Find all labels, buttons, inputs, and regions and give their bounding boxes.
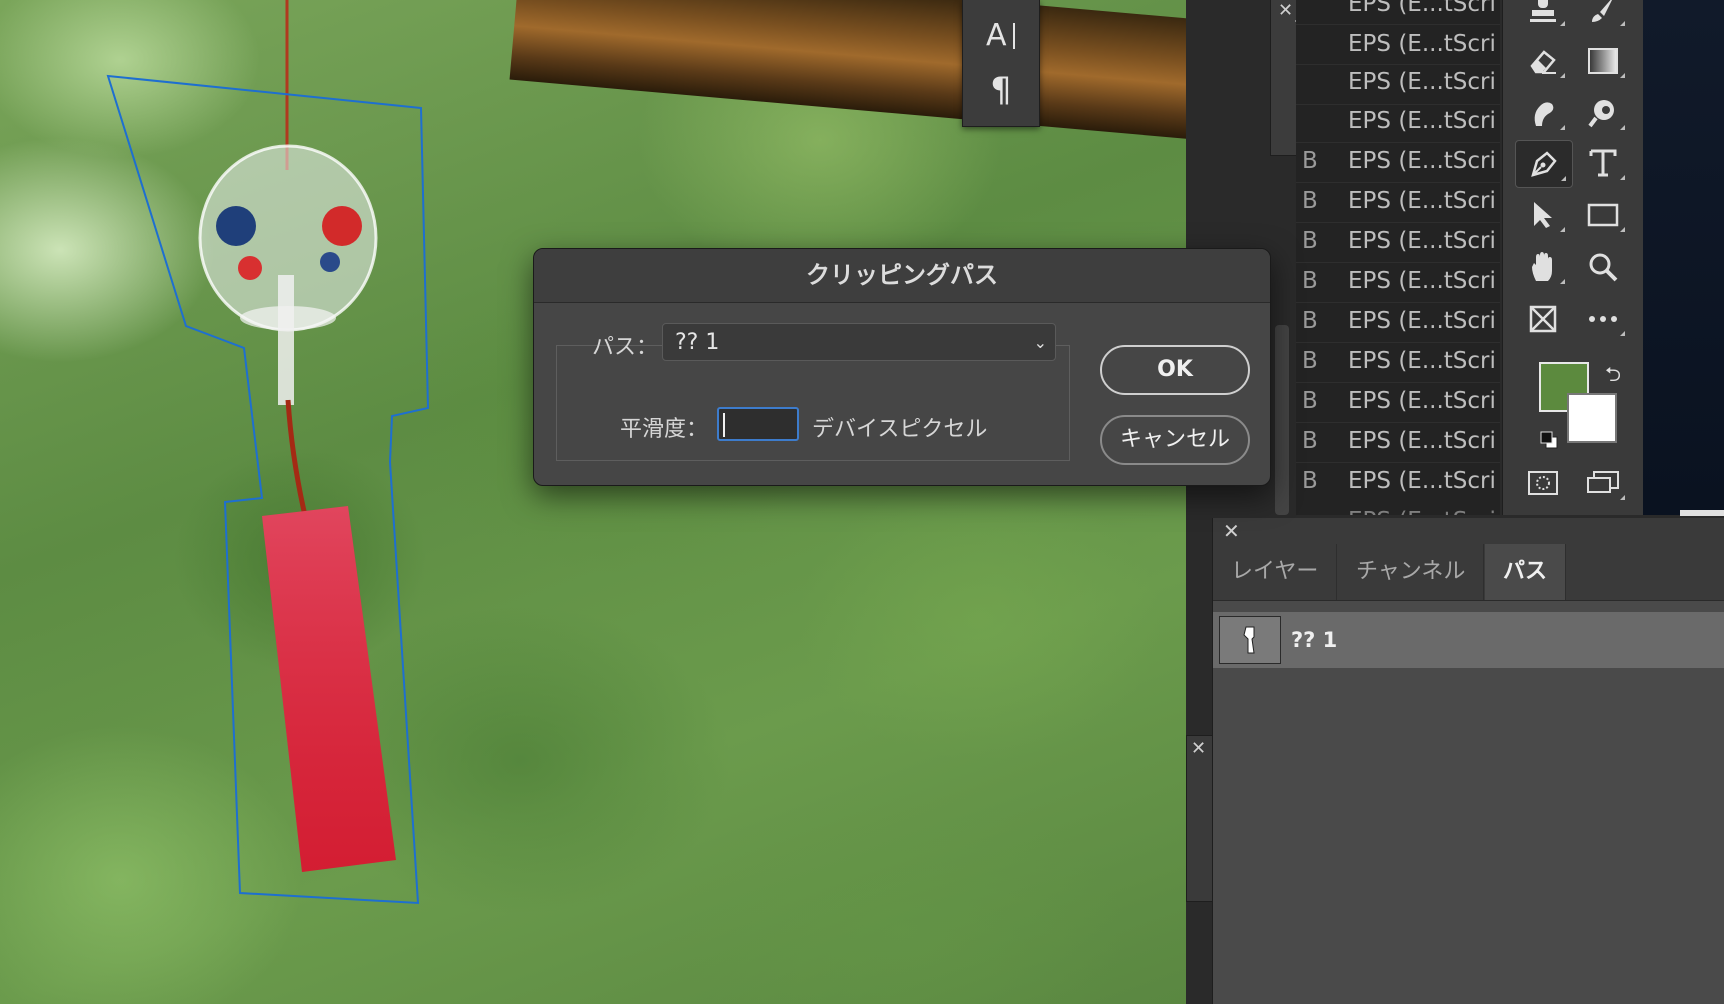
format-list: EPS (E...tScri EPS (E...tScri EPS (E...t… bbox=[1296, 0, 1500, 515]
swap-colors-icon[interactable]: ⮌ bbox=[1605, 360, 1621, 394]
list-item[interactable]: B EPS (E...tScri bbox=[1296, 421, 1500, 461]
character-paragraph-panel: A ¶ bbox=[962, 0, 1040, 127]
list-item[interactable]: EPS (E...tScri bbox=[1296, 0, 1500, 24]
collapsed-panel-dock[interactable]: ✕ bbox=[1186, 735, 1214, 902]
close-icon[interactable]: ✕ bbox=[1223, 518, 1240, 544]
gradient-icon[interactable] bbox=[1575, 38, 1631, 84]
tab-layers[interactable]: レイヤー bbox=[1213, 544, 1338, 600]
smudge-icon[interactable] bbox=[1515, 90, 1571, 136]
tab-paths[interactable]: パス bbox=[1485, 544, 1567, 600]
quick-mask-icon[interactable] bbox=[1515, 460, 1571, 506]
path-select[interactable]: ?? 1 ⌄ bbox=[662, 323, 1056, 361]
clipping-path-dialog: クリッピングパス パス： ?? 1 ⌄ 平滑度： デバイスピクセル OK キャン… bbox=[533, 248, 1271, 486]
device-pixels-label: デバイスピクセル bbox=[812, 417, 988, 442]
list-item[interactable]: B EPS (E...tScri bbox=[1296, 301, 1500, 341]
more-icon[interactable] bbox=[1575, 296, 1631, 342]
zoom-icon[interactable] bbox=[1575, 244, 1631, 290]
screen-mode-icon[interactable] bbox=[1575, 460, 1631, 506]
close-icon[interactable]: ✕ bbox=[1191, 738, 1206, 759]
path-label: パス： bbox=[592, 335, 659, 360]
list-item[interactable]: B EPS (E...tScri bbox=[1296, 141, 1500, 181]
dialog-options-group bbox=[556, 345, 1070, 461]
wind-chime-image bbox=[106, 0, 430, 905]
hand-icon[interactable] bbox=[1515, 244, 1571, 290]
tab-channels[interactable]: チャンネル bbox=[1338, 544, 1485, 600]
path-select-icon[interactable] bbox=[1515, 192, 1571, 238]
list-item[interactable]: EPS (E...tScri bbox=[1296, 24, 1500, 64]
path-thumbnail bbox=[1219, 616, 1281, 664]
format-list-scrollbar[interactable] bbox=[1275, 325, 1289, 515]
ok-button[interactable]: OK bbox=[1100, 345, 1250, 395]
default-colors-icon[interactable] bbox=[1539, 430, 1559, 450]
list-item[interactable]: B EPS (E...tScri bbox=[1296, 181, 1500, 221]
panel-tabs: レイヤー チャンネル パス bbox=[1213, 544, 1724, 601]
flatness-input[interactable] bbox=[717, 407, 799, 441]
flatness-label: 平滑度： bbox=[620, 417, 709, 442]
list-item[interactable]: EPS (E...tScri bbox=[1296, 101, 1500, 141]
document-window-edge bbox=[1643, 0, 1724, 515]
chevron-down-icon: ⌄ bbox=[1033, 333, 1047, 352]
path-name: ?? 1 bbox=[1291, 628, 1338, 652]
dialog-title: クリッピングパス bbox=[534, 249, 1270, 303]
list-item[interactable]: B EPS (E...tScri bbox=[1296, 381, 1500, 421]
layers-paths-panel: ✕ レイヤー チャンネル パス ?? 1 bbox=[1212, 518, 1724, 1004]
dodge-icon[interactable] bbox=[1575, 90, 1631, 136]
list-item[interactable]: B EPS (E...tScri bbox=[1296, 341, 1500, 381]
brush-icon[interactable] bbox=[1575, 0, 1631, 32]
cancel-button[interactable]: キャンセル bbox=[1100, 415, 1250, 465]
list-item[interactable]: EPS (E...tScri bbox=[1296, 62, 1500, 102]
character-icon[interactable]: A bbox=[977, 12, 1025, 56]
pen-icon[interactable] bbox=[1515, 140, 1573, 188]
paragraph-icon[interactable]: ¶ bbox=[977, 68, 1025, 112]
background-color-swatch[interactable] bbox=[1567, 393, 1617, 443]
svg-text:A: A bbox=[986, 18, 1007, 51]
tools-panel: ⮌ bbox=[1502, 0, 1644, 515]
stamp-icon[interactable] bbox=[1515, 0, 1571, 32]
rectangle-icon[interactable] bbox=[1575, 192, 1631, 238]
type-icon[interactable] bbox=[1575, 140, 1631, 186]
close-icon[interactable]: ✕ bbox=[1278, 0, 1293, 21]
document-canvas[interactable] bbox=[0, 0, 1186, 1004]
list-item[interactable]: EPS (E...tScri bbox=[1296, 501, 1500, 515]
scroll-indicator bbox=[1680, 510, 1724, 516]
list-item[interactable]: B EPS (E...tScri bbox=[1296, 261, 1500, 301]
eraser-icon[interactable] bbox=[1515, 38, 1571, 84]
frame-icon[interactable] bbox=[1515, 296, 1571, 342]
list-item[interactable]: B EPS (E...tScri bbox=[1296, 221, 1500, 261]
list-item[interactable]: B EPS (E...tScri bbox=[1296, 461, 1500, 501]
path-row[interactable]: ?? 1 bbox=[1213, 612, 1724, 668]
panel-header: ✕ bbox=[1213, 518, 1724, 544]
